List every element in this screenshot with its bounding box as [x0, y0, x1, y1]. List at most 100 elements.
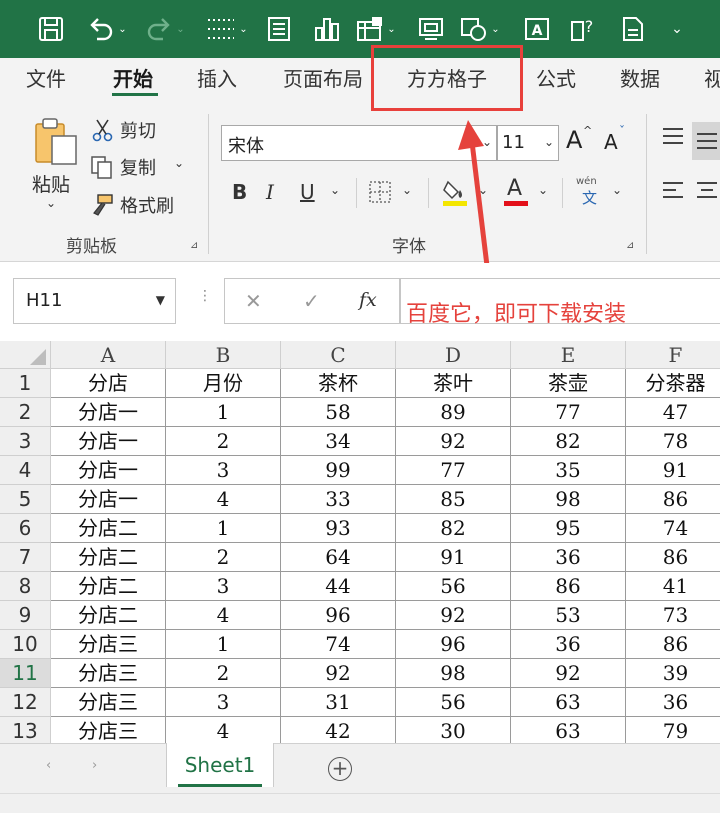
tab-view[interactable]: 视: [704, 64, 720, 94]
table-cell[interactable]: 92: [281, 659, 396, 688]
table-cell[interactable]: 分店一: [51, 427, 166, 456]
table-cell[interactable]: 36: [511, 543, 626, 572]
table-cell[interactable]: 分店三: [51, 630, 166, 659]
scroll-left-icon[interactable]: ‹: [46, 758, 51, 773]
table-cell[interactable]: 86: [511, 572, 626, 601]
bold-button[interactable]: B: [232, 180, 252, 206]
table-cell[interactable]: 4: [166, 485, 281, 514]
name-box[interactable]: H11 ▼: [13, 278, 176, 324]
help-icon[interactable]: ?: [566, 10, 600, 48]
table-cell[interactable]: 39: [626, 659, 720, 688]
align-left-button[interactable]: [662, 180, 686, 204]
copy-button[interactable]: 复制 ⌄: [90, 154, 190, 182]
table-cell[interactable]: 30: [396, 717, 511, 746]
row-header[interactable]: 10: [0, 630, 51, 659]
table-cell[interactable]: 36: [626, 688, 720, 717]
chevron-down-icon[interactable]: ▼: [156, 293, 165, 307]
table-cell[interactable]: 93: [281, 514, 396, 543]
table-cell[interactable]: 91: [626, 456, 720, 485]
row-header[interactable]: 11: [0, 659, 51, 688]
row-header[interactable]: 7: [0, 543, 51, 572]
tab-file[interactable]: 文件: [26, 64, 66, 94]
column-header[interactable]: B: [166, 341, 281, 369]
table-cell[interactable]: 分茶器: [626, 369, 720, 398]
select-all-corner[interactable]: [0, 341, 51, 369]
table-cell[interactable]: 35: [511, 456, 626, 485]
table-cell[interactable]: 98: [511, 485, 626, 514]
table-cell[interactable]: 86: [626, 543, 720, 572]
align-center-button[interactable]: [696, 180, 720, 204]
table-cell[interactable]: 82: [396, 514, 511, 543]
format-painter-button[interactable]: 格式刷: [90, 192, 190, 220]
table-cell[interactable]: 96: [396, 630, 511, 659]
row-header[interactable]: 2: [0, 398, 51, 427]
tab-formulas[interactable]: 公式: [536, 64, 576, 94]
customize-icon[interactable]: ⌄: [666, 10, 688, 48]
table-cell[interactable]: 33: [281, 485, 396, 514]
table-cell[interactable]: 分店三: [51, 717, 166, 746]
row-header[interactable]: 1: [0, 369, 51, 398]
table-cell[interactable]: 92: [511, 659, 626, 688]
table-cell[interactable]: 2: [166, 543, 281, 572]
table-cell[interactable]: 74: [281, 630, 396, 659]
table-cell[interactable]: 3: [166, 688, 281, 717]
table-cell[interactable]: 56: [396, 572, 511, 601]
italic-button[interactable]: I: [266, 180, 286, 206]
underline-dropdown-icon[interactable]: ⌄: [330, 183, 340, 197]
table-cell[interactable]: 91: [396, 543, 511, 572]
table-cell[interactable]: 56: [396, 688, 511, 717]
enter-icon[interactable]: ✓: [303, 289, 320, 313]
table-cell[interactable]: 98: [396, 659, 511, 688]
table-insert-icon[interactable]: ⌄: [352, 10, 400, 48]
table-cell[interactable]: 63: [511, 717, 626, 746]
underline-button[interactable]: U: [300, 180, 322, 206]
row-header[interactable]: 8: [0, 572, 51, 601]
row-header[interactable]: 9: [0, 601, 51, 630]
undo-icon[interactable]: ⌄: [84, 10, 130, 48]
table-cell[interactable]: 分店: [51, 369, 166, 398]
font-launcher-icon[interactable]: ⊿: [626, 240, 634, 251]
table-cell[interactable]: 3: [166, 572, 281, 601]
table-cell[interactable]: 78: [626, 427, 720, 456]
column-header[interactable]: F: [626, 341, 720, 369]
table-cell[interactable]: 1: [166, 514, 281, 543]
tab-insert[interactable]: 插入: [197, 64, 237, 94]
row-header[interactable]: 4: [0, 456, 51, 485]
tab-data[interactable]: 数据: [620, 64, 660, 94]
table-cell[interactable]: 1: [166, 398, 281, 427]
table-cell[interactable]: 44: [281, 572, 396, 601]
screenshot-icon[interactable]: [414, 10, 448, 48]
table-cell[interactable]: 茶叶: [396, 369, 511, 398]
column-header[interactable]: A: [51, 341, 166, 369]
borders-icon[interactable]: ⌄: [203, 10, 251, 48]
grow-font-button[interactable]: A ^: [566, 124, 596, 156]
align-middle-button[interactable]: [692, 122, 720, 160]
table-cell[interactable]: 4: [166, 601, 281, 630]
table-cell[interactable]: 64: [281, 543, 396, 572]
cut-button[interactable]: 剪切: [92, 117, 172, 145]
column-header[interactable]: E: [511, 341, 626, 369]
shrink-font-button[interactable]: A ˇ: [604, 124, 634, 158]
table-cell[interactable]: 分店二: [51, 572, 166, 601]
table-cell[interactable]: 63: [511, 688, 626, 717]
table-cell[interactable]: 58: [281, 398, 396, 427]
column-header[interactable]: C: [281, 341, 396, 369]
align-top-button[interactable]: [662, 126, 686, 150]
add-sheet-button[interactable]: +: [328, 757, 352, 781]
borders-button[interactable]: [368, 180, 394, 206]
phonetic-dropdown-icon[interactable]: ⌄: [612, 183, 622, 197]
paste-button[interactable]: 粘贴 ⌄: [26, 116, 80, 216]
table-cell[interactable]: 77: [511, 398, 626, 427]
shapes-icon[interactable]: ⌄: [456, 10, 504, 48]
row-header[interactable]: 12: [0, 688, 51, 717]
table-cell[interactable]: 53: [511, 601, 626, 630]
table-cell[interactable]: 41: [626, 572, 720, 601]
table-cell[interactable]: 1: [166, 630, 281, 659]
insert-function-icon[interactable]: fx: [359, 289, 377, 311]
table-cell[interactable]: 分店一: [51, 398, 166, 427]
table-cell[interactable]: 茶杯: [281, 369, 396, 398]
table-cell[interactable]: 74: [626, 514, 720, 543]
table-cell[interactable]: 79: [626, 717, 720, 746]
table-cell[interactable]: 36: [511, 630, 626, 659]
table-cell[interactable]: 89: [396, 398, 511, 427]
